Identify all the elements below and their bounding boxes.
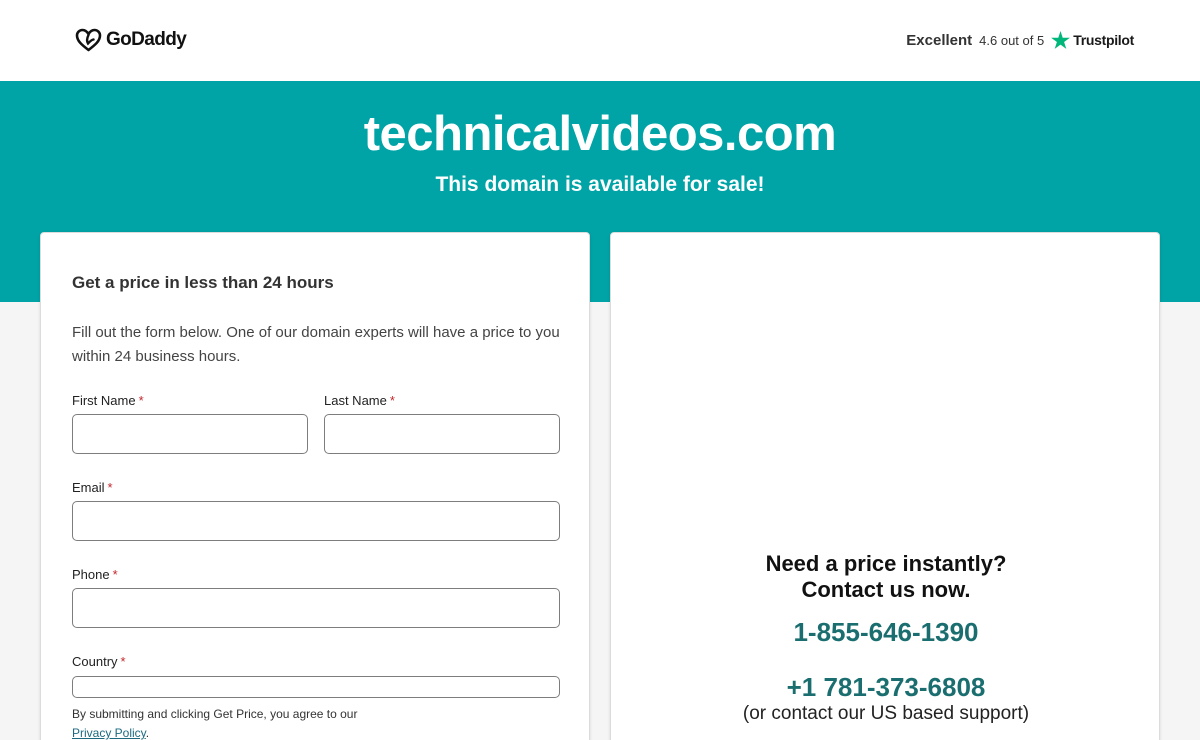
- trustpilot-rating[interactable]: Excellent 4.6 out of 5 Trustpilot: [906, 31, 1134, 49]
- rating-word: Excellent: [906, 31, 973, 49]
- godaddy-heart-icon: [75, 28, 102, 52]
- email-label-text: Email: [72, 480, 105, 495]
- required-mark: *: [112, 567, 118, 582]
- last-name-label-text: Last Name: [324, 393, 387, 408]
- price-request-form: Get a price in less than 24 hours Fill o…: [40, 232, 590, 740]
- form-title: Get a price in less than 24 hours: [72, 273, 334, 292]
- rating-score: 4.6 out of 5: [979, 32, 1045, 48]
- legal-end: .: [145, 726, 150, 740]
- brand-name: GoDaddy: [106, 29, 187, 50]
- phone-input[interactable]: [72, 588, 560, 628]
- last-name-label: Last Name *: [324, 393, 395, 408]
- last-name-input[interactable]: [324, 414, 560, 454]
- country-label: Country *: [72, 654, 126, 669]
- country-label-text: Country: [72, 654, 118, 669]
- phone-label-text: Phone: [72, 567, 110, 582]
- contact-heading: Need a price instantly? Contact us now.: [611, 551, 1161, 603]
- legal-text: By submitting and clicking Get Price, yo…: [72, 707, 358, 721]
- email-label: Email *: [72, 480, 113, 495]
- privacy-policy-link[interactable]: Privacy Policy: [72, 726, 146, 740]
- domain-subtitle: This domain is available for sale!: [435, 173, 765, 196]
- required-mark: *: [389, 393, 395, 408]
- trustpilot-logo: Trustpilot: [1051, 31, 1134, 49]
- godaddy-logo[interactable]: GoDaddy: [75, 28, 187, 52]
- contact-heading-line1: Need a price instantly?: [765, 551, 1007, 576]
- star-icon: [1051, 31, 1071, 49]
- contact-card: Need a price instantly? Contact us now. …: [610, 232, 1160, 740]
- email-input[interactable]: [72, 501, 560, 541]
- form-description: Fill out the form below. One of our doma…: [72, 324, 560, 365]
- first-name-input[interactable]: [72, 414, 308, 454]
- top-header: GoDaddy Excellent 4.6 out of 5 Trustpilo…: [0, 0, 1200, 81]
- phone-secondary-link[interactable]: +1 781-373-6808: [611, 672, 1161, 703]
- required-mark: *: [120, 654, 126, 669]
- required-mark: *: [138, 393, 144, 408]
- legal-notice: By submitting and clicking Get Price, yo…: [72, 705, 572, 740]
- required-mark: *: [107, 480, 113, 495]
- phone-primary-link[interactable]: 1-855-646-1390: [611, 617, 1161, 648]
- first-name-label-text: First Name: [72, 393, 136, 408]
- first-name-label: First Name *: [72, 393, 144, 408]
- contact-heading-line2: Contact us now.: [801, 577, 971, 602]
- support-note: (or contact our US based support): [742, 703, 1030, 724]
- phone-label: Phone *: [72, 567, 118, 582]
- trustpilot-name: Trustpilot: [1073, 32, 1134, 48]
- country-select[interactable]: [72, 676, 560, 698]
- domain-title: technicalvideos.com: [363, 107, 837, 161]
